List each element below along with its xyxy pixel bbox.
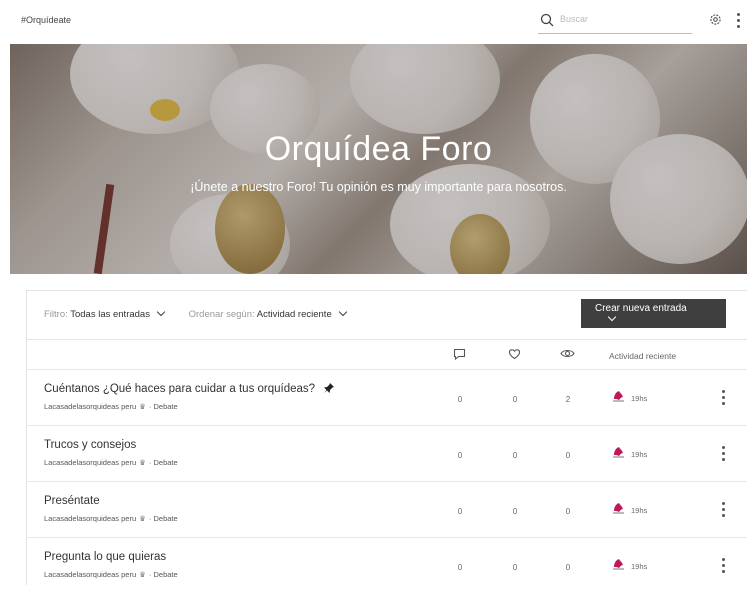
forum-title: Orquídea Foro [264,130,493,168]
post-author[interactable]: Lacasadelasorquideas peru [44,458,136,467]
post-author[interactable]: Lacasadelasorquideas peru [44,514,136,523]
post-meta: Lacasadelasorquideas peru ♛ · Debate [44,458,178,467]
likes-count: 0 [512,563,518,572]
likes-count: 0 [512,507,518,516]
hero-banner: Orquídea Foro ¡Únete a nuestro Foro! Tu … [10,44,747,274]
crown-icon: ♛ [139,570,146,579]
sort-dropdown[interactable]: Actividad reciente [257,309,332,320]
post-title[interactable]: Cuéntanos ¿Qué haces para cuidar a tus o… [44,383,315,395]
posts-panel: Filtro: Todas las entradas Ordenar según… [26,290,747,585]
gear-icon[interactable] [709,13,722,26]
avatar[interactable] [611,389,626,404]
post-author[interactable]: Lacasadelasorquideas peru [44,570,136,579]
post-meta: Lacasadelasorquideas peru ♛ · Debate [44,570,178,579]
forum-subtitle: ¡Únete a nuestro Foro! Tu opinión es muy… [190,180,567,194]
search-input[interactable] [560,14,688,24]
filter-dropdown[interactable]: Todas las entradas [70,309,150,320]
post-title[interactable]: Preséntate [44,495,100,507]
post-category[interactable]: Debate [153,458,177,467]
post-title[interactable]: Pregunta lo que quieras [44,551,166,563]
views-count: 0 [565,563,571,572]
divider [27,339,747,340]
post-row[interactable]: Trucos y consejos Lacasadelasorquideas p… [27,425,747,481]
crown-icon: ♛ [139,458,146,467]
views-count: 0 [565,507,571,516]
activity-time: 19hs [631,562,648,571]
post-category[interactable]: Debate [153,402,177,411]
post-title[interactable]: Trucos y consejos [44,439,136,451]
meta-separator: · [148,402,152,411]
filter-label: Filtro: [44,309,68,320]
comments-count: 0 [457,395,463,404]
comments-count: 0 [457,563,463,572]
create-post-label: Crear nueva entrada [595,302,687,314]
activity-time: 19hs [631,506,648,515]
likes-icon [508,349,521,360]
filter-bar: Filtro: Todas las entradas Ordenar según… [44,307,368,320]
post-options-icon[interactable] [722,390,726,408]
comments-icon [453,348,466,360]
more-options-icon[interactable] [737,13,741,29]
create-post-button[interactable]: Crear nueva entrada [581,299,726,328]
avatar[interactable] [611,557,626,572]
post-row[interactable]: Cuéntanos ¿Qué haces para cuidar a tus o… [27,369,747,425]
post-meta: Lacasadelasorquideas peru ♛ · Debate [44,514,178,523]
post-row[interactable]: Preséntate Lacasadelasorquideas peru ♛ · D… [27,481,747,537]
top-bar: #Orquídeate [0,0,747,44]
post-options-icon[interactable] [722,446,726,464]
site-brand[interactable]: #Orquídeate [21,15,71,25]
meta-separator: · [148,514,152,523]
crown-icon: ♛ [139,514,146,523]
chevron-down-icon[interactable] [156,307,166,317]
meta-separator: · [148,570,152,579]
post-options-icon[interactable] [722,502,726,520]
sort-label: Ordenar según: [188,309,255,320]
post-category[interactable]: Debate [153,570,177,579]
crown-icon: ♛ [139,402,146,411]
activity-time: 19hs [631,450,648,459]
comments-count: 0 [457,507,463,516]
activity-time: 19hs [631,394,648,403]
post-author[interactable]: Lacasadelasorquideas peru [44,402,136,411]
chevron-down-icon[interactable] [338,307,347,317]
post-options-icon[interactable] [722,558,726,576]
pin-icon [324,383,334,393]
views-count: 0 [565,451,571,460]
activity-column-header: Actividad reciente [609,351,677,361]
views-count: 2 [565,395,571,404]
search-icon [540,13,554,27]
likes-count: 0 [512,451,518,460]
search-box[interactable] [538,8,692,34]
meta-separator: · [148,458,152,467]
chevron-down-icon[interactable] [607,312,617,321]
avatar[interactable] [611,501,626,516]
post-category[interactable]: Debate [153,514,177,523]
views-icon [560,349,575,358]
likes-count: 0 [512,395,518,404]
avatar[interactable] [611,445,626,460]
post-meta: Lacasadelasorquideas peru ♛ · Debate [44,402,178,411]
comments-count: 0 [457,451,463,460]
